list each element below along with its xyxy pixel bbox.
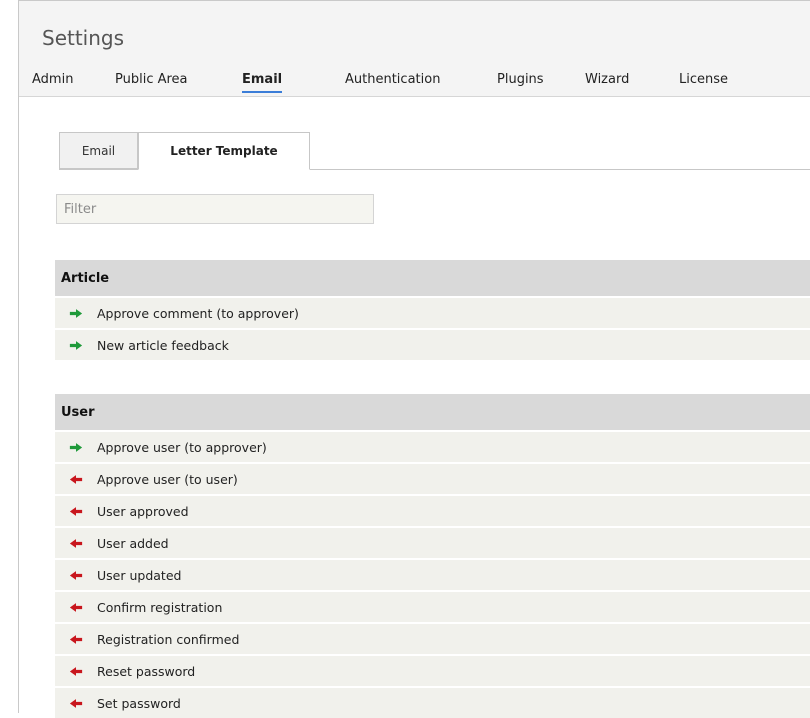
list-item[interactable]: Reset password — [55, 656, 810, 686]
arrow-left-icon — [55, 538, 97, 549]
list-item-label: User updated — [97, 567, 182, 583]
list-item-label: New article feedback — [97, 337, 229, 353]
list-item-label: Confirm registration — [97, 599, 223, 615]
list-item[interactable]: Confirm registration — [55, 592, 810, 622]
tab-authentication[interactable]: Authentication — [345, 72, 440, 91]
list-item-label: Approve comment (to approver) — [97, 305, 299, 321]
arrow-right-icon — [55, 442, 97, 453]
section-user: User Approve user (to approver) Approve us… — [55, 394, 810, 718]
arrow-left-icon — [55, 602, 97, 613]
email-subtabs: Email Letter Template — [59, 132, 810, 170]
list-item-label: Approve user (to approver) — [97, 439, 267, 455]
section-header: User — [55, 394, 810, 430]
section-article: Article Approve comment (to approver) New … — [55, 260, 810, 360]
subtab-email[interactable]: Email — [59, 132, 138, 169]
divider — [19, 0, 810, 1]
page-title: Settings — [42, 26, 125, 50]
list-item[interactable]: New article feedback — [55, 330, 810, 360]
list-item[interactable]: Approve user (to approver) — [55, 432, 810, 462]
list-item[interactable]: Registration confirmed — [55, 624, 810, 654]
list-item[interactable]: Approve user (to user) — [55, 464, 810, 494]
settings-panel: Settings Admin Public Area Email Authent… — [18, 0, 810, 718]
arrow-left-icon — [55, 666, 97, 677]
list-item[interactable]: User updated — [55, 560, 810, 590]
list-item-label: Reset password — [97, 663, 196, 679]
list-item[interactable]: User approved — [55, 496, 810, 526]
arrow-right-icon — [55, 308, 97, 319]
settings-header: Settings Admin Public Area Email Authent… — [19, 0, 810, 97]
arrow-left-icon — [55, 634, 97, 645]
list-item-label: Registration confirmed — [97, 631, 240, 647]
section-header: Article — [55, 260, 810, 296]
tab-wizard[interactable]: Wizard — [585, 72, 629, 91]
list-item-label: Set password — [97, 695, 181, 711]
tab-plugins[interactable]: Plugins — [497, 72, 544, 91]
arrow-left-icon — [55, 474, 97, 485]
filter-input[interactable] — [56, 194, 374, 224]
tab-admin[interactable]: Admin — [32, 72, 73, 91]
arrow-right-icon — [55, 340, 97, 351]
list-item-label: User approved — [97, 503, 189, 519]
arrow-left-icon — [55, 570, 97, 581]
list-item-label: Approve user (to user) — [97, 471, 238, 487]
tab-email[interactable]: Email — [242, 72, 283, 93]
list-item[interactable]: Set password — [55, 688, 810, 718]
list-item-label: User added — [97, 535, 169, 551]
arrow-left-icon — [55, 698, 97, 709]
tab-license[interactable]: License — [679, 72, 728, 91]
list-item[interactable]: User added — [55, 528, 810, 558]
tab-public-area[interactable]: Public Area — [115, 72, 188, 91]
arrow-left-icon — [55, 506, 97, 517]
list-item[interactable]: Approve comment (to approver) — [55, 298, 810, 328]
subtab-letter-template[interactable]: Letter Template — [138, 132, 310, 170]
